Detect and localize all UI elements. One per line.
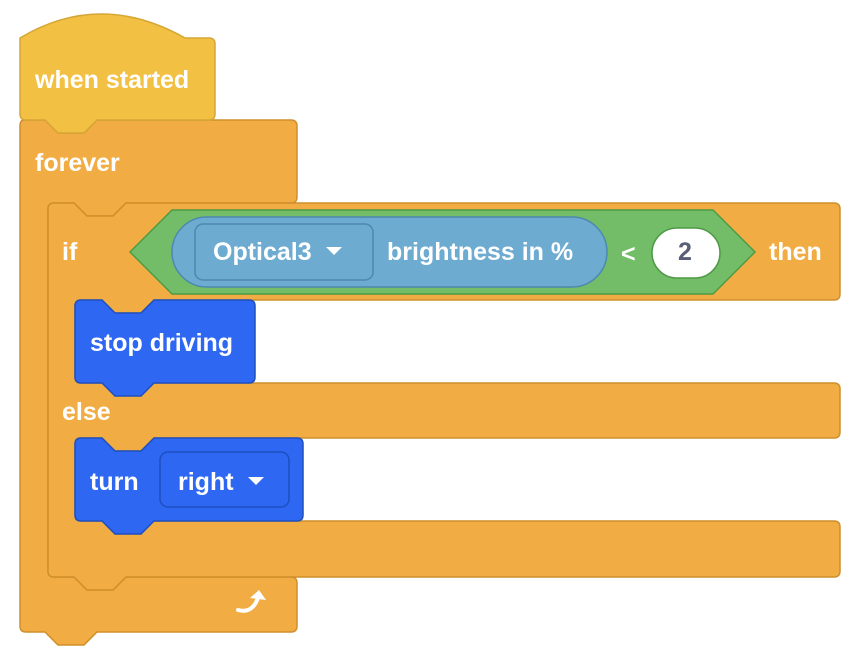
device-dropdown-value[interactable]: Optical3	[213, 240, 342, 265]
else-label: else	[62, 398, 111, 426]
then-label: then	[769, 238, 822, 266]
brightness-label: brightness in %	[387, 238, 574, 266]
forever-label: forever	[35, 149, 120, 177]
when-started-label: when started	[35, 66, 190, 94]
turn-label: turn	[90, 468, 139, 496]
operator-symbol: <	[621, 240, 636, 268]
device-dropdown-text: Optical3	[213, 238, 312, 266]
direction-dropdown-value[interactable]: right	[178, 470, 264, 495]
threshold-value[interactable]: 2	[678, 240, 692, 265]
dropdown-arrow-icon	[247, 477, 264, 486]
dropdown-arrow-icon	[325, 247, 342, 256]
if-label: if	[62, 238, 78, 266]
direction-dropdown-text: right	[178, 468, 234, 496]
stop-driving-label: stop driving	[90, 329, 234, 357]
